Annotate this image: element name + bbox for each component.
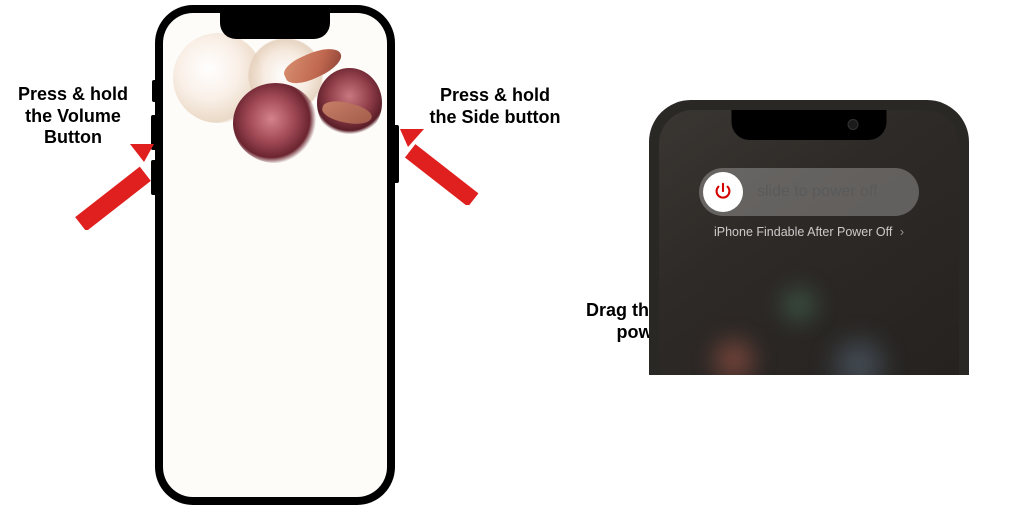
blur-background	[769, 275, 829, 335]
phone-right: slide to power off iPhone Findable After…	[649, 100, 969, 375]
findable-row[interactable]: iPhone Findable After Power Off ›	[659, 225, 959, 239]
notch	[220, 13, 330, 39]
chevron-right-icon: ›	[900, 225, 904, 239]
label-side: Press & hold the Side button	[425, 85, 565, 128]
flower-maroon	[233, 83, 318, 163]
blur-background	[819, 325, 899, 375]
slider-text: slide to power off	[757, 183, 878, 201]
phone-right-screen: slide to power off iPhone Findable After…	[659, 110, 959, 375]
blur-background	[699, 325, 769, 375]
power-knob[interactable]	[703, 172, 743, 212]
power-off-slider[interactable]: slide to power off	[699, 168, 919, 216]
notch	[732, 110, 887, 140]
camera-icon	[848, 119, 859, 130]
arrow-icon	[50, 140, 160, 230]
findable-text: iPhone Findable After Power Off	[714, 225, 892, 239]
mute-switch	[152, 80, 155, 102]
wallpaper-flowers	[163, 13, 387, 203]
phone-left	[155, 5, 395, 505]
arrow-icon	[398, 125, 488, 205]
phone-left-screen	[163, 13, 387, 497]
power-icon	[712, 181, 734, 203]
